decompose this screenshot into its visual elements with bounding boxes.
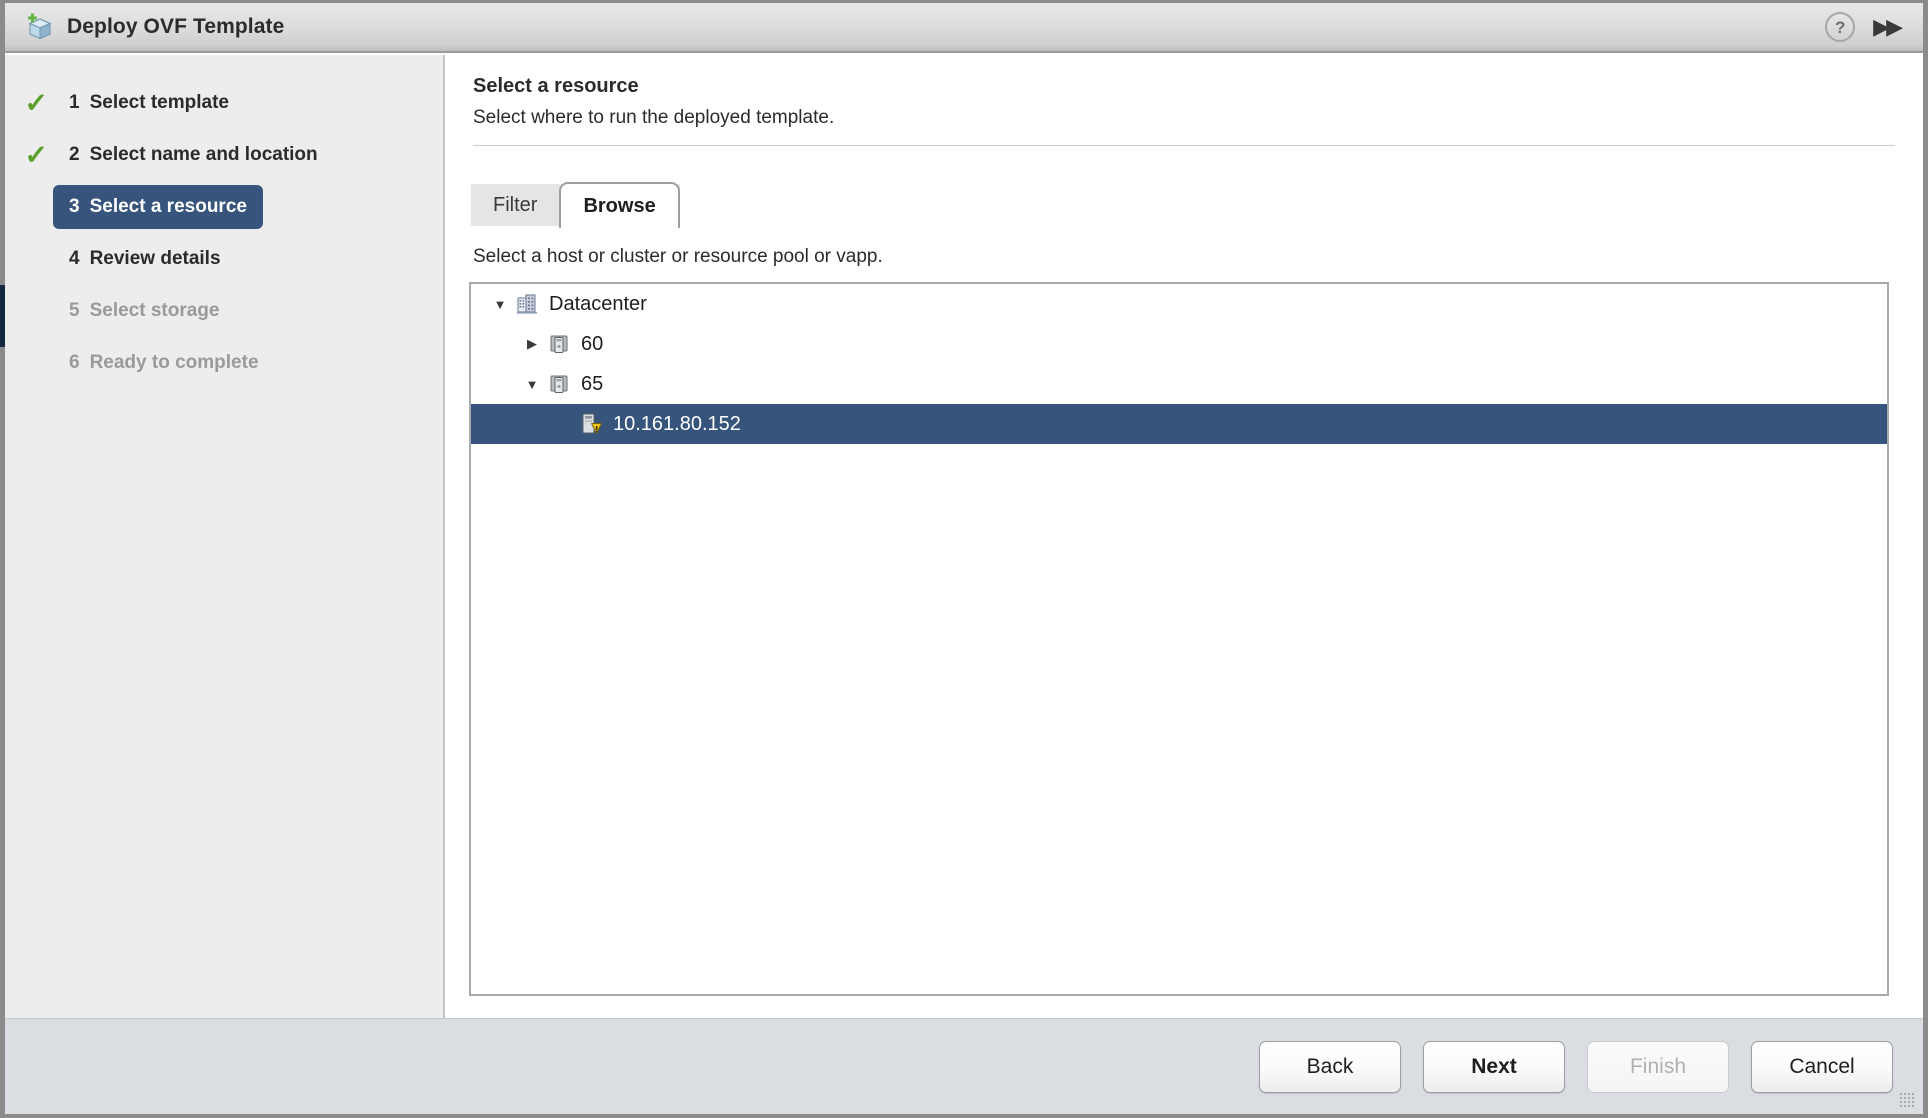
step-6-label: Ready to complete [89, 352, 259, 373]
resource-tree: ▼ Datacenter ▶ 60 ▼ 65 10.161.80.152 [469, 282, 1889, 996]
finish-button: Finish [1587, 1040, 1729, 1093]
page-subtitle: Select where to run the deployed templat… [473, 107, 835, 128]
ovf-template-cube-icon [25, 12, 55, 42]
resize-grip-icon[interactable] [1899, 1092, 1915, 1108]
collapse-chevrons-icon[interactable]: ▶▶ [1873, 16, 1903, 38]
cluster-icon [545, 333, 573, 355]
step-2-check-icon: ✓ [24, 139, 48, 170]
help-icon[interactable]: ? [1825, 12, 1856, 42]
step-2-label: Select name and location [89, 144, 318, 165]
back-button[interactable]: Back [1259, 1040, 1401, 1093]
tree-node-label: 65 [581, 372, 604, 395]
sidebar-step-2[interactable]: ✓ 2 Select name and location [5, 129, 443, 181]
step-4-number: 4 [69, 248, 80, 269]
tab-bar: Filter Browse [471, 182, 1923, 228]
wizard-step-sidebar: ✓ 1 Select template ✓ 2 Select name and … [5, 55, 445, 1114]
sidebar-step-1[interactable]: ✓ 1 Select template [5, 77, 443, 129]
host-warning-icon [577, 412, 605, 436]
cluster-icon [545, 373, 573, 395]
tab-filter[interactable]: Filter [471, 184, 559, 226]
step-6-number: 6 [69, 352, 80, 373]
sidebar-step-6: 6 Ready to complete [5, 337, 443, 389]
tree-node-label: 10.161.80.152 [613, 412, 741, 435]
step-3-number: 3 [69, 196, 80, 217]
tree-node-host-selected[interactable]: ▶ 10.161.80.152 [471, 404, 1887, 444]
twisty-expanded-icon[interactable]: ▼ [487, 297, 513, 312]
tree-node-cluster-65[interactable]: ▼ 65 [471, 364, 1887, 404]
header-divider [473, 145, 1895, 146]
step-1-number: 1 [69, 92, 80, 113]
window-title: Deploy OVF Template [67, 15, 285, 38]
sidebar-step-4[interactable]: 4 Review details [5, 233, 443, 285]
twisty-expanded-icon[interactable]: ▼ [519, 377, 545, 392]
title-bar: Deploy OVF Template ? ▶▶ [5, 3, 1923, 53]
step-4-label: Review details [89, 248, 221, 269]
left-edge-accent [0, 285, 5, 347]
next-button[interactable]: Next [1423, 1040, 1565, 1093]
step-1-check-icon: ✓ [24, 87, 48, 118]
browse-hint-text: Select a host or cluster or resource poo… [473, 246, 883, 267]
step-2-number: 2 [69, 144, 80, 165]
cancel-button[interactable]: Cancel [1751, 1040, 1893, 1093]
tree-node-datacenter[interactable]: ▼ Datacenter [471, 284, 1887, 324]
step-5-label: Select storage [89, 300, 220, 321]
sidebar-step-5: 5 Select storage [5, 285, 443, 337]
title-bar-actions: ? ▶▶ [1825, 12, 1903, 42]
dialog-footer: Back Next Finish Cancel [5, 1018, 1923, 1114]
twisty-collapsed-icon[interactable]: ▶ [519, 336, 545, 352]
datacenter-icon [513, 293, 541, 315]
dialog-body: ✓ 1 Select template ✓ 2 Select name and … [5, 55, 1923, 1114]
step-1-label: Select template [89, 92, 229, 113]
tree-node-label: 60 [581, 332, 604, 355]
page-title: Select a resource [473, 75, 639, 97]
step-5-number: 5 [69, 300, 80, 321]
tab-browse[interactable]: Browse [559, 182, 680, 228]
deploy-ovf-template-dialog: Deploy OVF Template ? ▶▶ ✓ 1 Select temp… [0, 0, 1928, 1118]
tree-node-cluster-60[interactable]: ▶ 60 [471, 324, 1887, 364]
step-3-label: Select a resource [89, 196, 247, 217]
tree-node-label: Datacenter [549, 292, 647, 315]
sidebar-step-3[interactable]: 3 Select a resource [5, 181, 443, 233]
page-header: Select a resource Select where to run th… [445, 55, 1923, 145]
main-panel: Select a resource Select where to run th… [445, 55, 1923, 1114]
